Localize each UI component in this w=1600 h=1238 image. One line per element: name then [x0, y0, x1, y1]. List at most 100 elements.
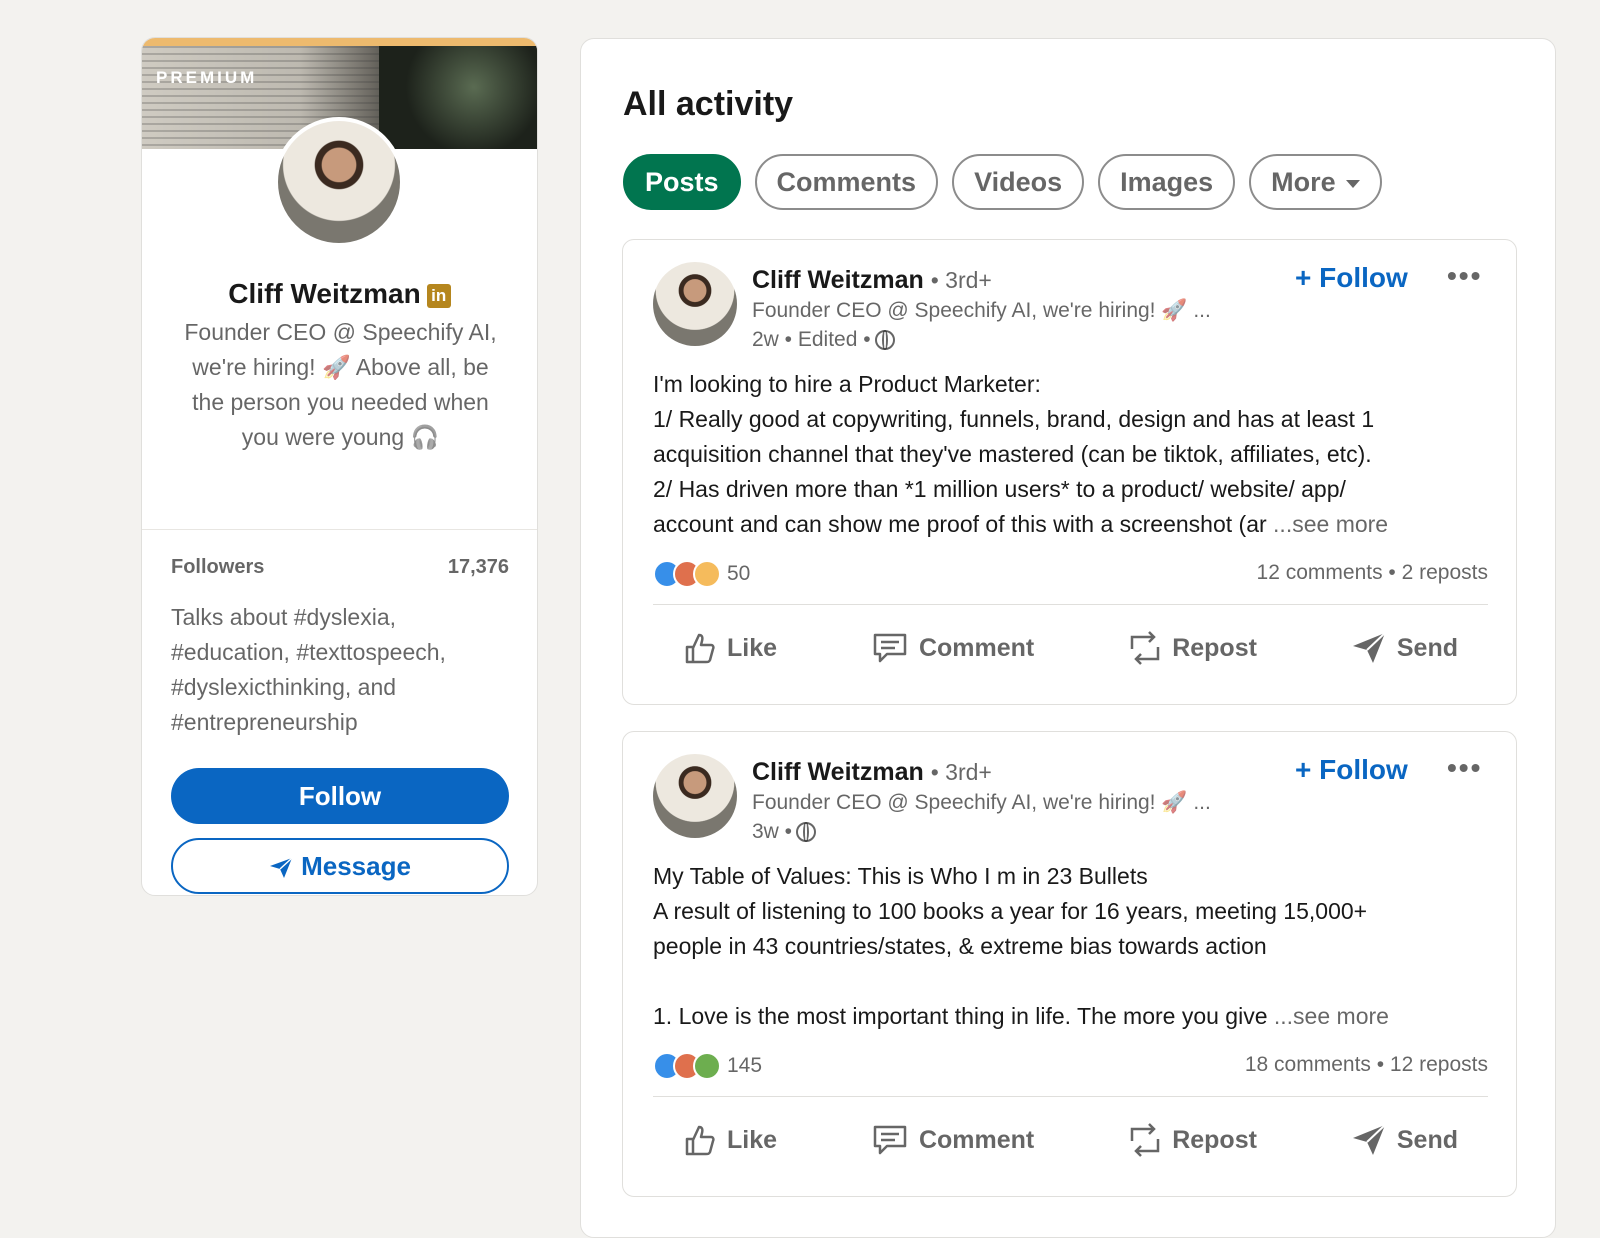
post-follow-button[interactable]: + Follow	[1295, 262, 1408, 294]
comment-label: Comment	[918, 633, 1035, 662]
reactions-summary[interactable]: 145	[653, 1052, 762, 1080]
repost-label: Repost	[1172, 633, 1257, 662]
post-author-row: Cliff Weitzman • 3rd+	[752, 758, 992, 787]
insightful-reaction-icon	[693, 560, 721, 588]
post-text-line: account and can show me proof of this wi…	[653, 511, 1267, 537]
like-label: Like	[727, 633, 778, 662]
post-author-degree: • 3rd+	[930, 759, 992, 785]
caret-down-icon	[1345, 179, 1360, 188]
activity-filter-tabs: Posts Comments Videos Images More	[623, 154, 1382, 210]
activity-panel: All activity Posts Comments Videos Image…	[580, 38, 1556, 1238]
repost-button[interactable]: Repost	[1128, 1121, 1257, 1159]
more-dots-icon[interactable]: •••	[1447, 752, 1482, 784]
follow-button[interactable]: Follow	[171, 768, 509, 824]
post-body: My Table of Values: This is Who I m in 2…	[653, 859, 1485, 1034]
post-text-line: 1. Love is the most important thing in l…	[653, 1003, 1268, 1029]
like-label: Like	[727, 1125, 778, 1154]
send-label: Send	[1396, 633, 1458, 662]
comment-icon	[873, 1125, 907, 1155]
post-author-name[interactable]: Cliff Weitzman	[752, 758, 924, 786]
post-card: Cliff Weitzman • 3rd+ Founder CEO @ Spee…	[622, 731, 1517, 1197]
like-button[interactable]: Like	[683, 631, 777, 665]
globe-icon	[874, 330, 895, 351]
post-actions: Like Comment Repost Send	[653, 618, 1488, 678]
send-button[interactable]: Send	[1351, 1123, 1458, 1157]
post-author-name[interactable]: Cliff Weitzman	[752, 266, 924, 294]
send-button[interactable]: Send	[1351, 631, 1458, 665]
see-more-link[interactable]: ...see more	[1273, 511, 1388, 537]
post-follow-button[interactable]: + Follow	[1295, 754, 1408, 786]
divider	[653, 1096, 1488, 1097]
repost-label: Repost	[1172, 1125, 1257, 1154]
send-label: Send	[1396, 1125, 1458, 1154]
followers-count: 17,376	[447, 556, 509, 578]
tab-posts[interactable]: Posts	[623, 154, 741, 210]
tab-comments[interactable]: Comments	[754, 154, 939, 210]
post-author-avatar[interactable]	[653, 262, 737, 346]
post-text-line: acquisition channel that they've mastere…	[653, 441, 1372, 467]
post-timestamp: 3w •	[752, 820, 793, 843]
send-icon	[270, 857, 293, 879]
see-more-link[interactable]: ...see more	[1274, 1003, 1389, 1029]
reaction-count: 50	[727, 562, 751, 585]
post-meta: 2w • Edited •	[752, 328, 895, 352]
message-button[interactable]: Message	[171, 838, 509, 894]
like-icon	[685, 633, 715, 664]
globe-icon	[796, 822, 817, 843]
repost-icon	[1130, 631, 1160, 665]
divider	[653, 604, 1488, 605]
reactions-summary[interactable]: 50	[653, 560, 750, 588]
post-body: I'm looking to hire a Product Marketer: …	[653, 367, 1485, 542]
tab-more[interactable]: More	[1249, 154, 1382, 210]
activity-title: All activity	[623, 85, 794, 123]
like-button[interactable]: Like	[683, 1123, 777, 1157]
post-text-line: A result of listening to 100 books a yea…	[653, 898, 1368, 924]
repost-button[interactable]: Repost	[1128, 629, 1257, 667]
profile-name[interactable]: Cliff Weitzman	[228, 278, 420, 309]
tab-videos[interactable]: Videos	[952, 154, 1085, 210]
post-author-avatar[interactable]	[653, 754, 737, 838]
post-stats[interactable]: 12 comments • 2 reposts	[1257, 561, 1488, 585]
comment-icon	[873, 633, 907, 663]
linkedin-premium-icon: in	[426, 283, 451, 308]
post-text-line-last: account and can show me proof of this wi…	[653, 507, 1485, 542]
post-timestamp: 2w • Edited •	[752, 328, 871, 351]
premium-label: PREMIUM	[156, 68, 258, 87]
message-button-label: Message	[301, 851, 411, 881]
comment-button[interactable]: Comment	[871, 1124, 1034, 1156]
post-text-line: 2/ Has driven more than *1 million users…	[653, 476, 1346, 502]
more-dots-icon[interactable]: •••	[1447, 260, 1482, 292]
post-stats[interactable]: 18 comments • 12 reposts	[1245, 1053, 1488, 1077]
post-text-line	[653, 964, 1485, 999]
support-reaction-icon	[693, 1052, 721, 1080]
profile-avatar[interactable]	[274, 117, 404, 247]
tab-more-label: More	[1271, 167, 1336, 197]
post-author-row: Cliff Weitzman • 3rd+	[752, 266, 992, 295]
divider	[142, 529, 537, 530]
send-icon	[1352, 1124, 1386, 1155]
reaction-count: 145	[727, 1054, 763, 1077]
post-author-headline: Founder CEO @ Speechify AI, we're hiring…	[752, 791, 1211, 814]
post-text-line: My Table of Values: This is Who I m in 2…	[653, 863, 1148, 889]
comment-button[interactable]: Comment	[871, 632, 1034, 664]
post-text-line-last: 1. Love is the most important thing in l…	[653, 999, 1485, 1034]
comment-label: Comment	[918, 1125, 1035, 1154]
send-icon	[1352, 632, 1386, 663]
followers-label: Followers	[171, 556, 265, 578]
talks-about: Talks about #dyslexia, #education, #text…	[171, 604, 446, 735]
post-card: Cliff Weitzman • 3rd+ Founder CEO @ Spee…	[622, 239, 1517, 705]
profile-card: PREMIUM Cliff Weitzman in Founder CEO @ S…	[141, 37, 538, 896]
post-actions: Like Comment Repost Send	[653, 1110, 1488, 1170]
post-text-line: people in 43 countries/states, & extreme…	[653, 933, 1267, 959]
post-author-degree: • 3rd+	[930, 267, 992, 293]
post-text-line: 1/ Really good at copywriting, funnels, …	[653, 406, 1375, 432]
profile-name-row: Cliff Weitzman in	[142, 278, 537, 310]
tab-images[interactable]: Images	[1098, 154, 1236, 210]
follow-button-label: Follow	[298, 781, 382, 811]
post-meta: 3w •	[752, 820, 817, 844]
repost-icon	[1130, 1123, 1160, 1157]
post-author-headline: Founder CEO @ Speechify AI, we're hiring…	[752, 299, 1211, 322]
profile-headline: Founder CEO @ Speechify AI, we're hiring…	[184, 319, 497, 450]
premium-strip	[142, 38, 537, 46]
like-icon	[685, 1125, 715, 1156]
